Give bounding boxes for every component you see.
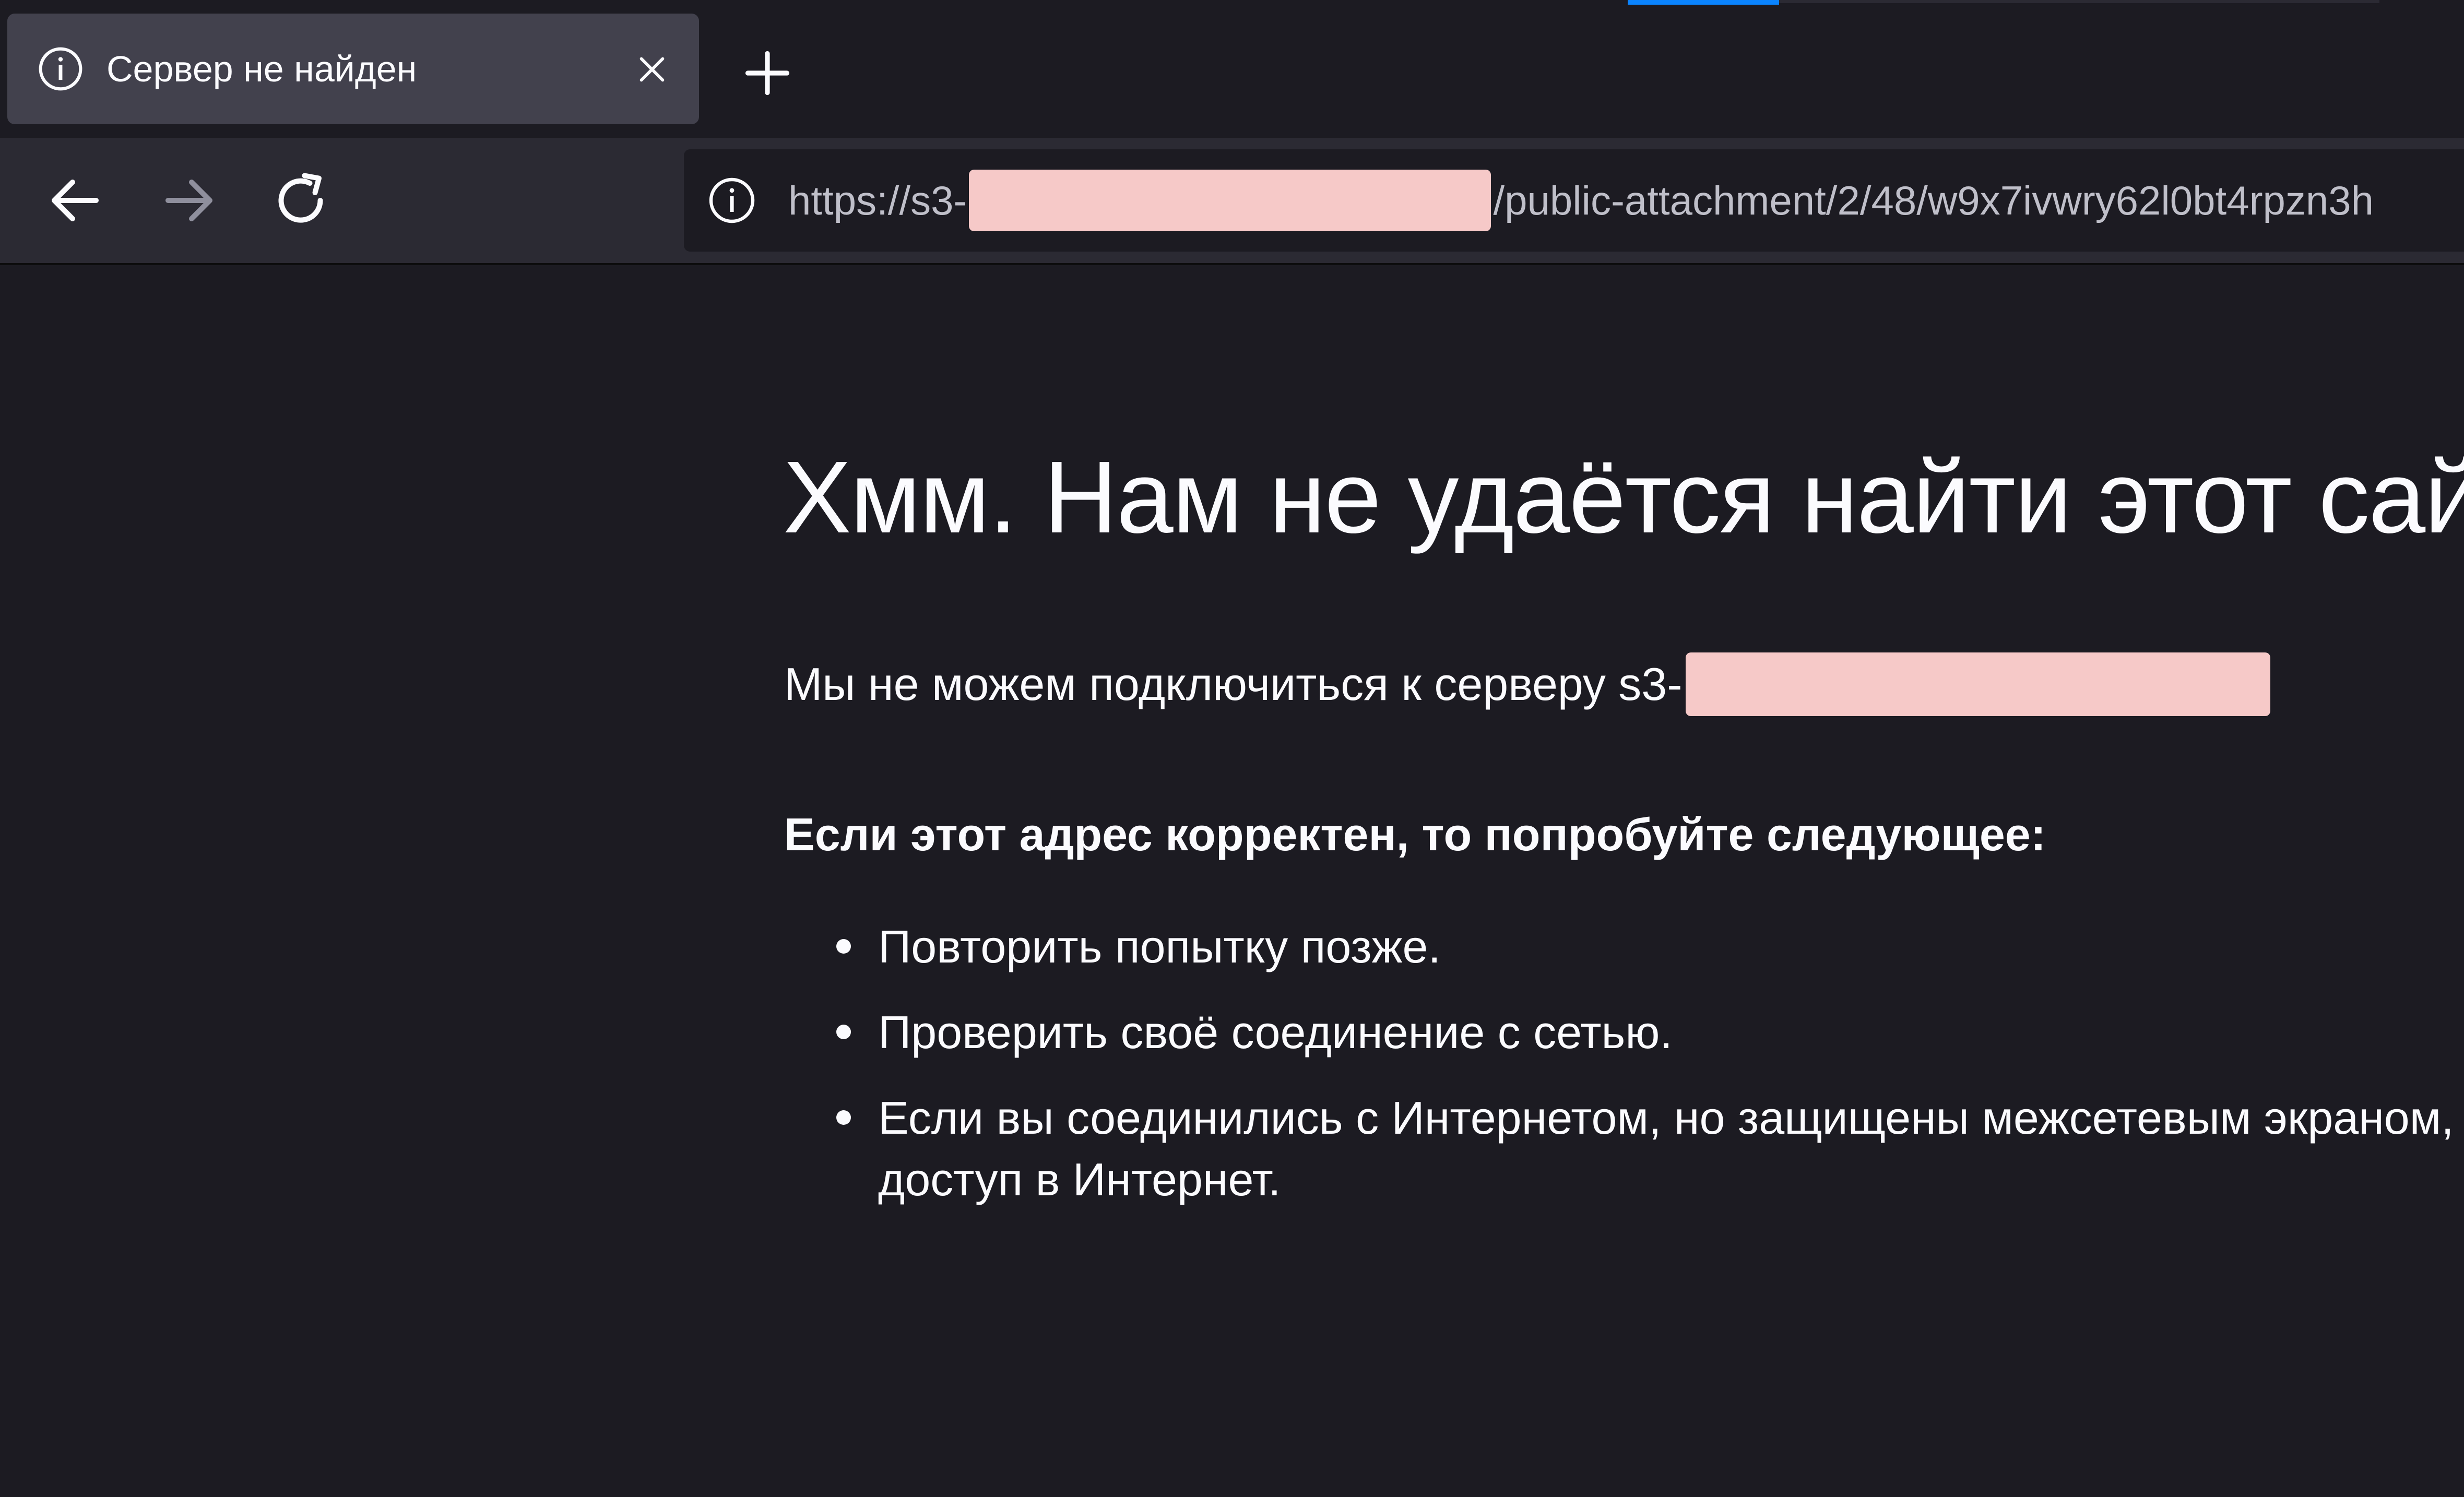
tab-title: Сервер не найден: [106, 49, 417, 89]
navigation-toolbar: https://s3- /public-attachment/2/48/w9x7…: [0, 138, 2464, 265]
url-text[interactable]: https://s3- /public-attachment/2/48/w9x7…: [788, 149, 2374, 252]
plus-icon[interactable]: [741, 47, 793, 99]
close-icon[interactable]: [634, 51, 670, 88]
address-bar[interactable]: https://s3- /public-attachment/2/48/w9x7…: [684, 149, 2464, 252]
error-description: Мы не можем подключиться к серверу s3-: [784, 652, 2270, 716]
list-item: Повторить попытку позже.: [784, 916, 2454, 978]
arrow-left-icon[interactable]: [44, 169, 106, 232]
browser-window: Сервер не найден https://s3- /public-att…: [0, 0, 2464, 1497]
suggestions-heading: Если этот адрес корректен, то попробуйте…: [784, 809, 2046, 860]
url-prefix: https://s3-: [788, 177, 967, 223]
tab-progress-track: [1779, 0, 2379, 3]
url-suffix: /public-attachment/2/48/w9x7ivwry62l0bt4…: [1493, 177, 2374, 223]
tab-progress-indicator: [1628, 0, 1779, 5]
error-title: Хмм. Нам не удаётся найти этот сайт.: [783, 440, 2464, 554]
list-item-line: Если вы соединились с Интернетом, но защ…: [878, 1092, 2454, 1144]
suggestions-list: Повторить попытку позже. Проверить своё …: [784, 916, 2454, 1234]
arrow-right-icon[interactable]: [158, 169, 220, 232]
tab-strip: Сервер не найден: [0, 0, 2464, 138]
reload-icon[interactable]: [269, 169, 332, 232]
list-item: Проверить своё соединение с сетью.: [784, 1002, 2454, 1063]
redacted-hostname: [1685, 652, 2270, 716]
tab-server-not-found[interactable]: Сервер не найден: [7, 14, 699, 124]
info-icon: [39, 47, 82, 91]
list-item: Если вы соединились с Интернетом, но защ…: [784, 1087, 2454, 1210]
redacted-hostname: [969, 170, 1491, 231]
info-icon[interactable]: [707, 175, 757, 225]
list-item-line: доступ в Интернет.: [878, 1154, 1281, 1205]
error-description-text: Мы не можем подключиться к серверу s3-: [784, 658, 1683, 710]
